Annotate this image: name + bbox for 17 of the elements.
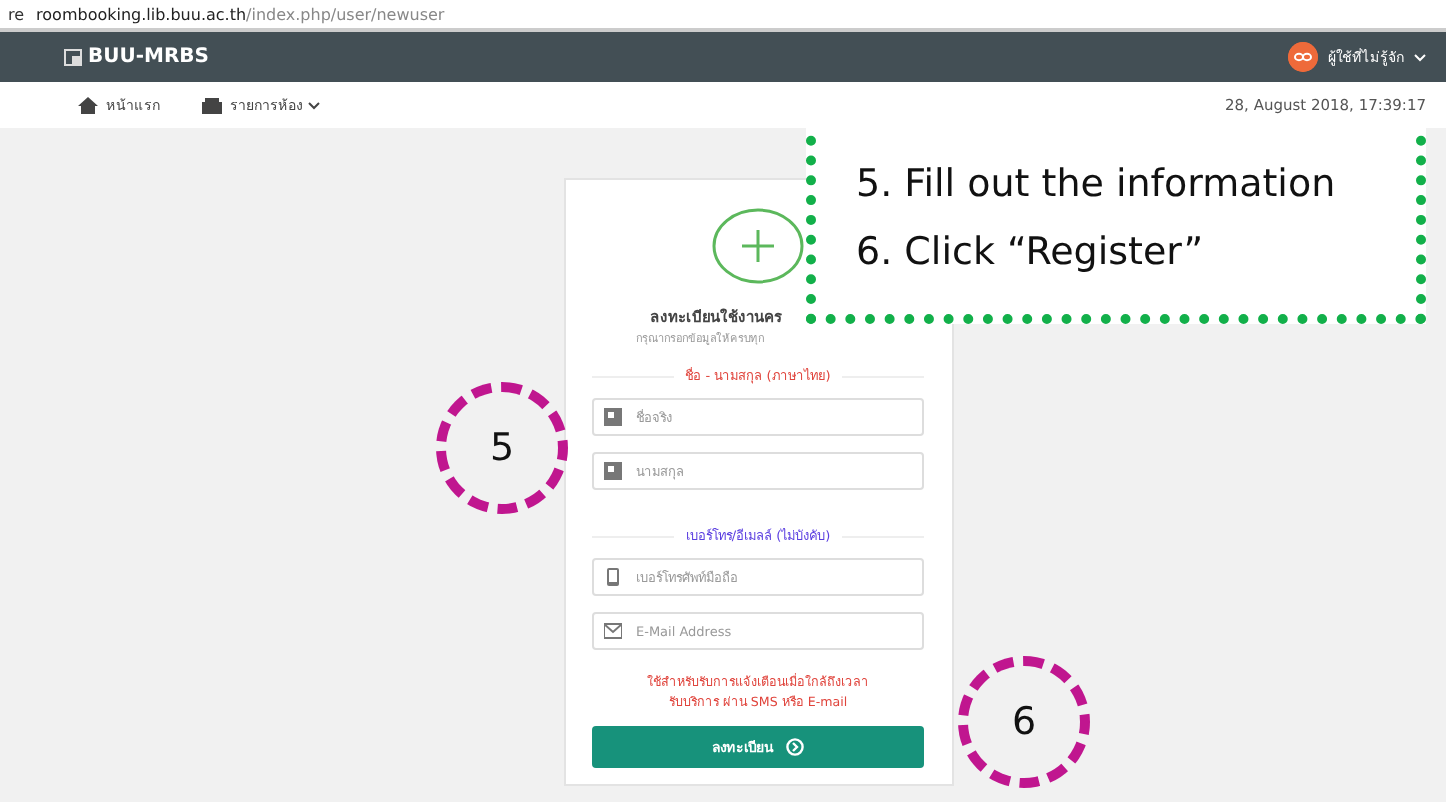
caret-icon [1414, 53, 1426, 61]
step-marker: 5 [436, 382, 568, 514]
arrow-circle-icon [786, 738, 804, 756]
home-icon [76, 94, 100, 116]
envelope-icon [604, 622, 622, 640]
phone-icon [604, 568, 622, 586]
id-card-icon [604, 408, 622, 426]
browser-text: re [8, 5, 25, 23]
address-url[interactable]: roombooking.lib.buu.ac.th/index.php/user/newuser [36, 5, 445, 23]
instruction-text: 6. Click “Register” [856, 230, 1206, 274]
step-marker: 6 [958, 656, 1090, 788]
instruction-text: 5. Fill out the information [856, 162, 1338, 206]
avatar-icon [1288, 42, 1318, 72]
caret-icon [308, 101, 320, 109]
site-logo[interactable]: BUU-MRBS [88, 46, 209, 68]
id-card-icon [604, 462, 622, 480]
add-icon [712, 208, 804, 284]
